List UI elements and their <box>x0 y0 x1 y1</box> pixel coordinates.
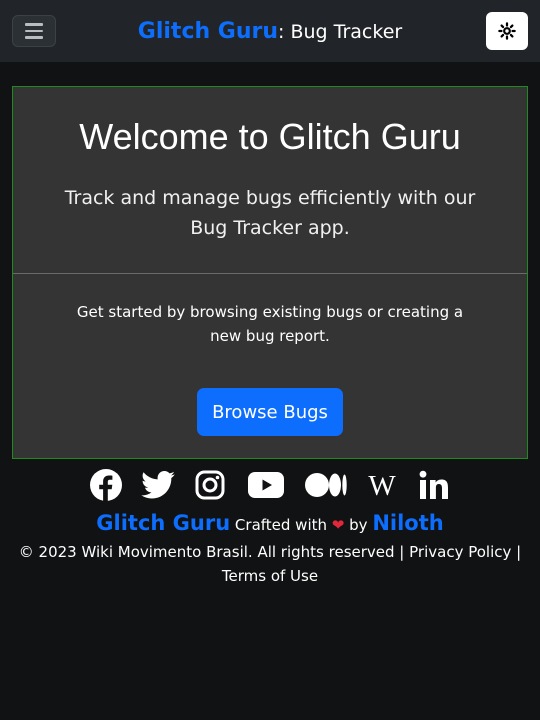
credits-line: Glitch Guru Crafted with ❤ by Niloth <box>0 508 540 540</box>
facebook-icon[interactable] <box>89 468 123 502</box>
card-header: Welcome to Glitch Guru Track and manage … <box>13 87 527 274</box>
card-body: Get started by browsing existing bugs or… <box>13 300 527 436</box>
get-started-text: Get started by browsing existing bugs or… <box>76 303 464 345</box>
crafted-text: Crafted with <box>234 516 327 534</box>
svg-text:W: W <box>368 470 396 500</box>
welcome-card: Welcome to Glitch Guru Track and manage … <box>12 86 528 459</box>
copyright-line: © 2023 Wiki Movimento Brasil. All rights… <box>8 540 532 588</box>
top-navbar: Glitch Guru: Bug Tracker <box>0 0 540 62</box>
youtube-icon[interactable] <box>245 468 287 502</box>
footer-brand-link[interactable]: Glitch Guru <box>96 511 230 535</box>
by-text: by <box>349 516 368 534</box>
twitter-icon[interactable] <box>141 468 175 502</box>
copyright-text: © 2023 Wiki Movimento Brasil. All rights… <box>18 543 405 561</box>
footer-separator: | <box>516 543 522 561</box>
lead-text: Track and manage bugs efficiently with o… <box>64 187 476 239</box>
sun-gear-icon <box>498 22 516 40</box>
privacy-policy-link[interactable]: Privacy Policy <box>409 543 511 561</box>
linkedin-icon[interactable] <box>417 468 451 502</box>
browse-bugs-button[interactable]: Browse Bugs <box>197 388 343 436</box>
wikipedia-icon[interactable]: W <box>365 468 399 502</box>
navbar-brand[interactable]: Glitch Guru: Bug Tracker <box>0 18 540 46</box>
author-link[interactable]: Niloth <box>372 511 443 535</box>
instagram-icon[interactable] <box>193 468 227 502</box>
page-title: Welcome to Glitch Guru <box>79 116 461 157</box>
brand-name: Glitch Guru <box>137 19 279 44</box>
medium-icon[interactable] <box>305 468 347 502</box>
theme-toggle-button[interactable] <box>486 12 528 50</box>
heart-icon: ❤ <box>331 516 345 534</box>
terms-of-use-link[interactable]: Terms of Use <box>222 567 318 585</box>
brand-suffix: : Bug Tracker <box>278 21 403 43</box>
social-links: W <box>0 466 540 504</box>
